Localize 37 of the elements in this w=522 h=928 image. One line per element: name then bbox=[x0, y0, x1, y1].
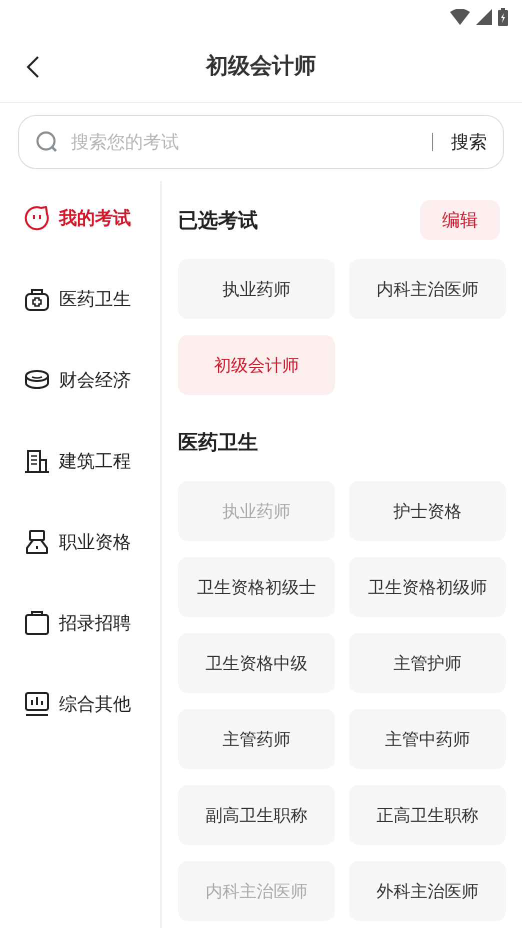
exam-chip[interactable]: 执业药师 bbox=[178, 259, 335, 319]
signal-icon bbox=[476, 9, 492, 25]
exam-chip[interactable]: 副高卫生职称 bbox=[178, 785, 335, 845]
exam-chip[interactable]: 卫生资格初级士 bbox=[178, 557, 335, 617]
sidebar-item[interactable]: 建筑工程 bbox=[0, 448, 160, 474]
person-icon bbox=[24, 529, 50, 555]
edit-button[interactable]: 编辑 bbox=[420, 200, 500, 240]
exam-chip[interactable]: 正高卫生职称 bbox=[349, 785, 506, 845]
exam-chip[interactable]: 卫生资格初级师 bbox=[349, 557, 506, 617]
exam-chip[interactable]: 内科主治医师 bbox=[349, 259, 506, 319]
exam-chip[interactable]: 外科主治医师 bbox=[349, 861, 506, 921]
exam-chip[interactable]: 主管药师 bbox=[178, 709, 335, 769]
sidebar-item[interactable]: 综合其他 bbox=[0, 691, 160, 717]
chart-icon bbox=[24, 691, 50, 717]
wifi-icon bbox=[450, 9, 470, 25]
medical-bag-icon bbox=[24, 286, 50, 312]
search-button[interactable]: 搜索 bbox=[451, 130, 487, 154]
sidebar-item[interactable]: 医药卫生 bbox=[0, 286, 160, 312]
search-field[interactable]: 搜索您的考试 搜索 bbox=[18, 115, 504, 169]
back-icon[interactable] bbox=[26, 56, 40, 78]
search-icon bbox=[35, 130, 59, 154]
page-title: 初级会计师 bbox=[206, 53, 316, 81]
bag-icon bbox=[24, 610, 50, 636]
section-title: 医药卫生 bbox=[178, 428, 258, 456]
exam-chip[interactable]: 主管护师 bbox=[349, 633, 506, 693]
sidebar-item[interactable]: 职业资格 bbox=[0, 529, 160, 555]
battery-icon bbox=[498, 8, 508, 26]
building-icon bbox=[24, 448, 50, 474]
section-title: 已选考试 bbox=[178, 206, 258, 234]
exam-chip[interactable]: 主管中药师 bbox=[349, 709, 506, 769]
sidebar-item[interactable]: 财会经济 bbox=[0, 367, 160, 393]
exam-chip[interactable]: 初级会计师 bbox=[178, 335, 335, 395]
exam-chip[interactable]: 卫生资格中级 bbox=[178, 633, 335, 693]
exam-chip[interactable]: 护士资格 bbox=[349, 481, 506, 541]
sidebar-item[interactable]: 我的考试 bbox=[0, 205, 160, 231]
chat-face-icon bbox=[24, 205, 50, 231]
sidebar-item[interactable]: 招录招聘 bbox=[0, 610, 160, 636]
